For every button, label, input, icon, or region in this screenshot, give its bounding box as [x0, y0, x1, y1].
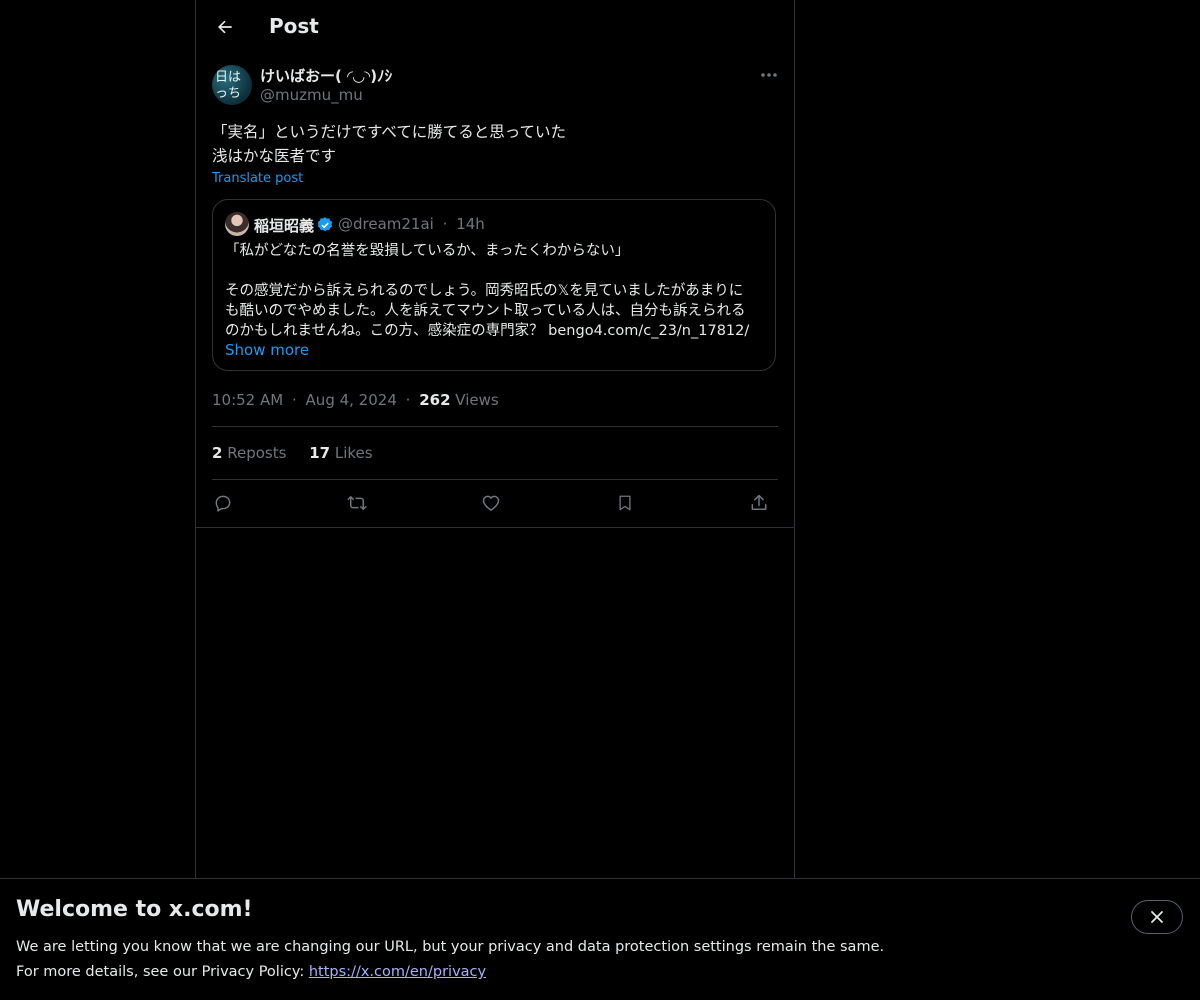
reposts-stat[interactable]: 2 Reposts	[212, 444, 286, 462]
banner-line: We are letting you know that we are chan…	[16, 939, 885, 955]
repost-icon	[347, 496, 367, 510]
quoted-text-first-line: 「私がどなたの名誉を毀損しているか、まったくわからない」	[225, 243, 630, 259]
post-stats: 2 Reposts 17 Likes	[212, 444, 391, 462]
author-handle[interactable]: @muzmu_mu	[260, 86, 363, 104]
quoted-text-line: その感覚だから訴えられるのでしょう。岡秀昭氏の𝕏を見ていましたがあまりに	[225, 283, 744, 299]
banner-line-2: For more details, see our Privacy Policy…	[16, 960, 884, 985]
quoted-text-line: のかもしれませんね。この方、感染症の専門家？ bengo4.com/c_23/n…	[225, 323, 750, 339]
separator-dot: ·	[442, 215, 448, 233]
translate-post-link[interactable]: Translate post	[212, 171, 303, 186]
quoted-text-line: も酷いのでやめました。人を訴えてマウント取っている人は、自分も訴えられる	[225, 303, 746, 319]
welcome-banner: Welcome to x.com! We are letting you kno…	[0, 878, 1200, 1000]
banner-close-button[interactable]	[1131, 900, 1183, 934]
bookmark-icon	[619, 495, 631, 511]
reposts-label: Reposts	[227, 444, 287, 462]
quoted-handle-line: @dream21ai · 14h	[338, 215, 485, 233]
repost-button[interactable]	[341, 487, 373, 519]
avatar[interactable]: 日は っち	[212, 65, 252, 105]
reposts-count: 2	[212, 444, 223, 462]
likes-label: Likes	[334, 444, 373, 462]
likes-count: 17	[309, 444, 331, 462]
banner-text: We are letting you know that we are chan…	[16, 935, 884, 985]
views-label: Views	[455, 391, 499, 409]
close-icon	[1151, 911, 1163, 923]
divider	[212, 426, 778, 427]
show-more-link[interactable]: Show more	[225, 341, 309, 359]
back-button[interactable]	[208, 10, 242, 44]
more-icon	[761, 73, 777, 77]
reply-button[interactable]	[207, 487, 239, 519]
post-time[interactable]: 10:52 AM	[212, 391, 283, 409]
page-title: Post	[269, 14, 319, 38]
divider	[196, 527, 794, 528]
meta-dot: ·	[405, 391, 411, 409]
like-button[interactable]	[475, 487, 507, 519]
quoted-display-name[interactable]: 稲垣昭義	[254, 215, 314, 236]
meta-dot: ·	[291, 391, 297, 409]
post-date[interactable]: Aug 4, 2024	[306, 391, 397, 409]
avatar-text-top: 日は	[215, 70, 242, 85]
reply-icon	[215, 495, 231, 512]
share-button[interactable]	[743, 487, 775, 519]
post-meta: 10:52 AM · Aug 4, 2024 · 262 Views	[212, 391, 499, 409]
banner-line-prefix: For more details, see our Privacy Policy…	[16, 964, 309, 980]
share-icon	[751, 494, 767, 510]
divider	[212, 479, 778, 480]
main-column: Post 日は っち けいばおー( ◜◡◝)ﾉｼ @muzmu_mu 「実名」と…	[195, 0, 795, 1000]
verified-icon	[317, 217, 333, 232]
privacy-policy-link[interactable]: https://x.com/en/privacy	[309, 964, 486, 980]
views-count: 262	[419, 391, 451, 409]
back-arrow-icon	[218, 20, 232, 34]
quoted-time[interactable]: 14h	[456, 215, 485, 233]
quoted-text-body: その感覚だから訴えられるのでしょう。岡秀昭氏の𝕏を見ていましたがあまりに も酷い…	[225, 281, 765, 341]
more-button[interactable]	[756, 64, 782, 86]
likes-stat[interactable]: 17 Likes	[309, 444, 372, 462]
top-bar: Post	[196, 0, 794, 54]
post-text-line: 浅はかな医者です	[212, 147, 337, 165]
quoted-post[interactable]: 稲垣昭義 @dream21ai · 14h 「私がどなたの名誉を毀損しているか、…	[212, 199, 776, 371]
post-text-line: 「実名」というだけですべてに勝てると思っていた	[212, 123, 567, 141]
like-icon	[482, 495, 500, 511]
banner-title: Welcome to x.com!	[16, 897, 253, 922]
action-bar	[212, 487, 778, 521]
bookmark-button[interactable]	[609, 487, 641, 519]
post-text: 「実名」というだけですべてに勝てると思っていた 浅はかな医者です	[212, 120, 772, 168]
avatar-text-bottom: っち	[215, 86, 242, 101]
quoted-handle[interactable]: @dream21ai	[338, 215, 434, 233]
author-display-name[interactable]: けいばおー( ◜◡◝)ﾉｼ	[260, 65, 392, 86]
quoted-avatar[interactable]	[225, 212, 249, 236]
